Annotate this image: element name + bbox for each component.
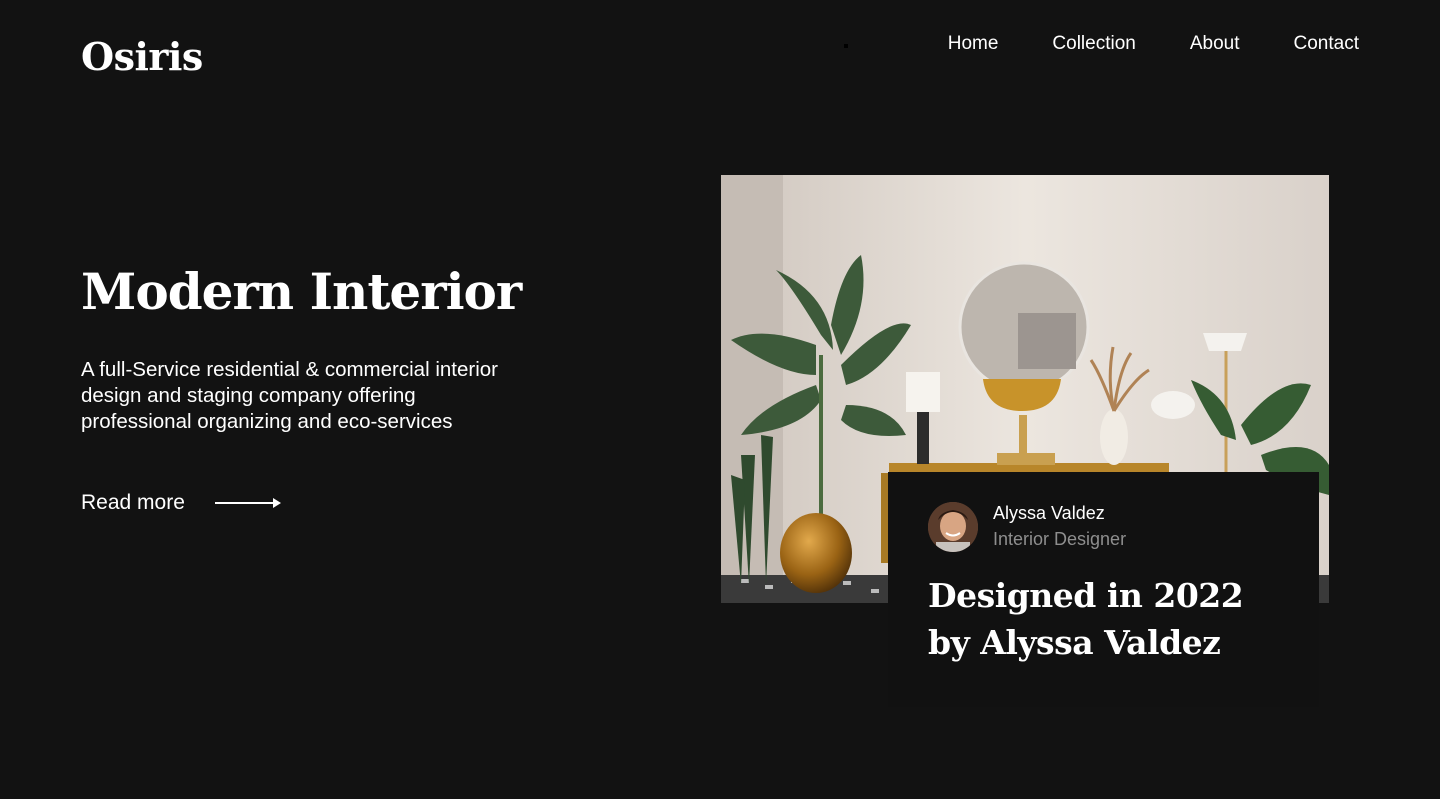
nav-item-contact[interactable]: Contact xyxy=(1294,33,1359,55)
site-logo[interactable]: Osiris xyxy=(81,34,203,79)
nav-item-collection[interactable]: Collection xyxy=(1052,33,1135,55)
arrow-right-icon xyxy=(214,498,281,508)
nav-marker xyxy=(844,44,848,48)
nav-item-about[interactable]: About xyxy=(1190,33,1240,55)
hero-title: Modern Interior xyxy=(81,262,522,321)
author-role: Interior Designer xyxy=(993,529,1127,549)
read-more-label: Read more xyxy=(81,491,185,514)
nav-item-home[interactable]: Home xyxy=(948,33,999,55)
feature-title: Designed in 2022 by Alyssa Valdez xyxy=(928,576,1244,662)
hero-description: A full-Service residential & commercial … xyxy=(81,358,498,433)
author-avatar xyxy=(928,502,978,552)
main-nav: Home Collection About Contact xyxy=(948,33,1359,55)
feature-card: Alyssa Valdez Interior Designer Designed… xyxy=(888,472,1319,707)
author-name: Alyssa Valdez xyxy=(993,503,1105,523)
read-more-link[interactable]: Read more xyxy=(81,491,281,515)
